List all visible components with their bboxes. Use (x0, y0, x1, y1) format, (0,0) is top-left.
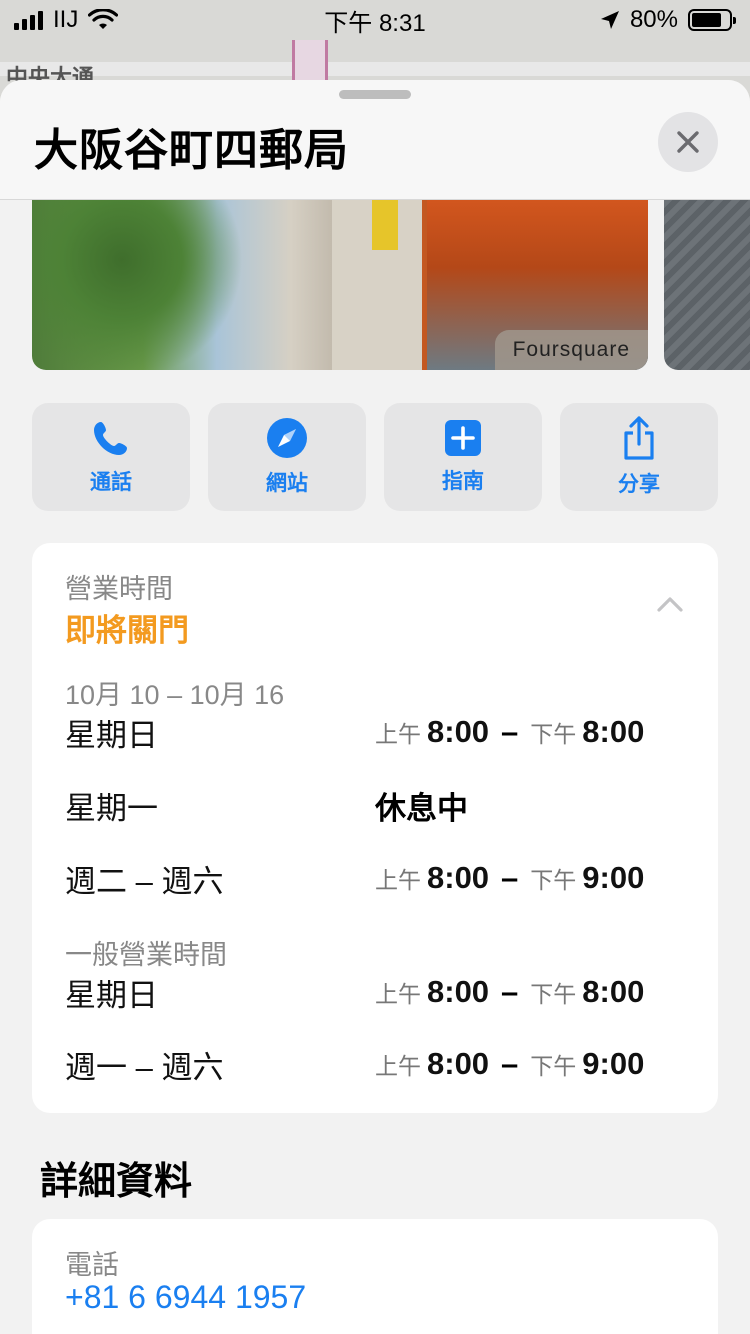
share-icon (624, 416, 654, 460)
action-buttons: 通話 網站 指南 分享 (32, 403, 718, 511)
compass-icon (267, 418, 307, 458)
signal-icon (14, 10, 43, 30)
place-photo[interactable]: Foursquare (32, 200, 648, 370)
share-label: 分享 (618, 473, 660, 496)
phone-label: 電話 (65, 1250, 119, 1280)
battery-percent: 80% (629, 6, 678, 33)
contact-card: 電話 +81 6 6944 1957 (32, 1219, 718, 1334)
share-button[interactable]: 分享 (560, 403, 718, 511)
guides-label: 指南 (442, 470, 484, 493)
hours-day: 星期日 (65, 717, 158, 753)
photo-credit-badge: Foursquare (494, 330, 648, 370)
sheet-grabber[interactable] (339, 90, 411, 99)
call-label: 通話 (90, 471, 132, 494)
website-button[interactable]: 網站 (208, 403, 366, 511)
hours-row: 星期日 上午 8:00 – 下午 8:00 (65, 707, 685, 757)
guides-button[interactable]: 指南 (384, 403, 542, 511)
hours-day: 週二 – 週六 (65, 863, 224, 899)
website-label: 網站 (266, 472, 308, 495)
phone-icon (94, 422, 127, 455)
hours-header: 營業時間 (65, 574, 173, 604)
battery-icon (688, 9, 736, 31)
plus-square-icon (445, 420, 481, 456)
hours-time: 上午 8:00 – 下午 9:00 (375, 860, 645, 895)
hours-time: 上午 8:00 – 下午 8:00 (375, 714, 645, 749)
call-button[interactable]: 通話 (32, 403, 190, 511)
hours-row: 星期一 休息中 (65, 780, 685, 830)
map-road (0, 62, 750, 76)
location-arrow-icon (600, 11, 619, 29)
hours-day: 星期日 (65, 977, 158, 1013)
hours-row: 週二 – 週六 上午 8:00 – 下午 9:00 (65, 853, 685, 903)
status-right: 80% (600, 6, 736, 34)
phone-number-link[interactable]: +81 6 6944 1957 (65, 1279, 306, 1316)
close-icon (677, 131, 699, 153)
hours-time: 上午 8:00 – 下午 8:00 (375, 974, 645, 1009)
chevron-up-icon[interactable] (656, 595, 684, 613)
details-title: 詳細資料 (40, 1161, 193, 1203)
hours-closed: 休息中 (375, 790, 468, 826)
photo-carousel[interactable]: Foursquare (0, 200, 750, 372)
place-photo-next[interactable] (664, 200, 750, 370)
hours-day: 週一 – 週六 (65, 1049, 224, 1085)
wifi-icon (88, 9, 119, 29)
close-button[interactable] (658, 112, 718, 172)
hours-time: 上午 8:00 – 下午 9:00 (375, 1046, 645, 1081)
hours-row: 週一 – 週六 上午 8:00 – 下午 9:00 (65, 1039, 685, 1089)
place-title: 大阪谷町四郵局 (34, 126, 349, 175)
status-left: IIJ (14, 6, 119, 34)
hours-status: 即將關門 (65, 613, 189, 648)
sheet-header: 大阪谷町四郵局 (0, 80, 750, 200)
carrier-label: IIJ (53, 6, 79, 33)
hours-card[interactable]: 營業時間 即將關門 10月 10 – 10月 16 星期日 上午 8:00 – … (32, 543, 718, 1113)
hours-day: 星期一 (65, 790, 158, 826)
hours-row: 星期日 上午 8:00 – 下午 8:00 (65, 967, 685, 1017)
status-bar: IIJ 下午 8:31 80% (0, 0, 750, 40)
